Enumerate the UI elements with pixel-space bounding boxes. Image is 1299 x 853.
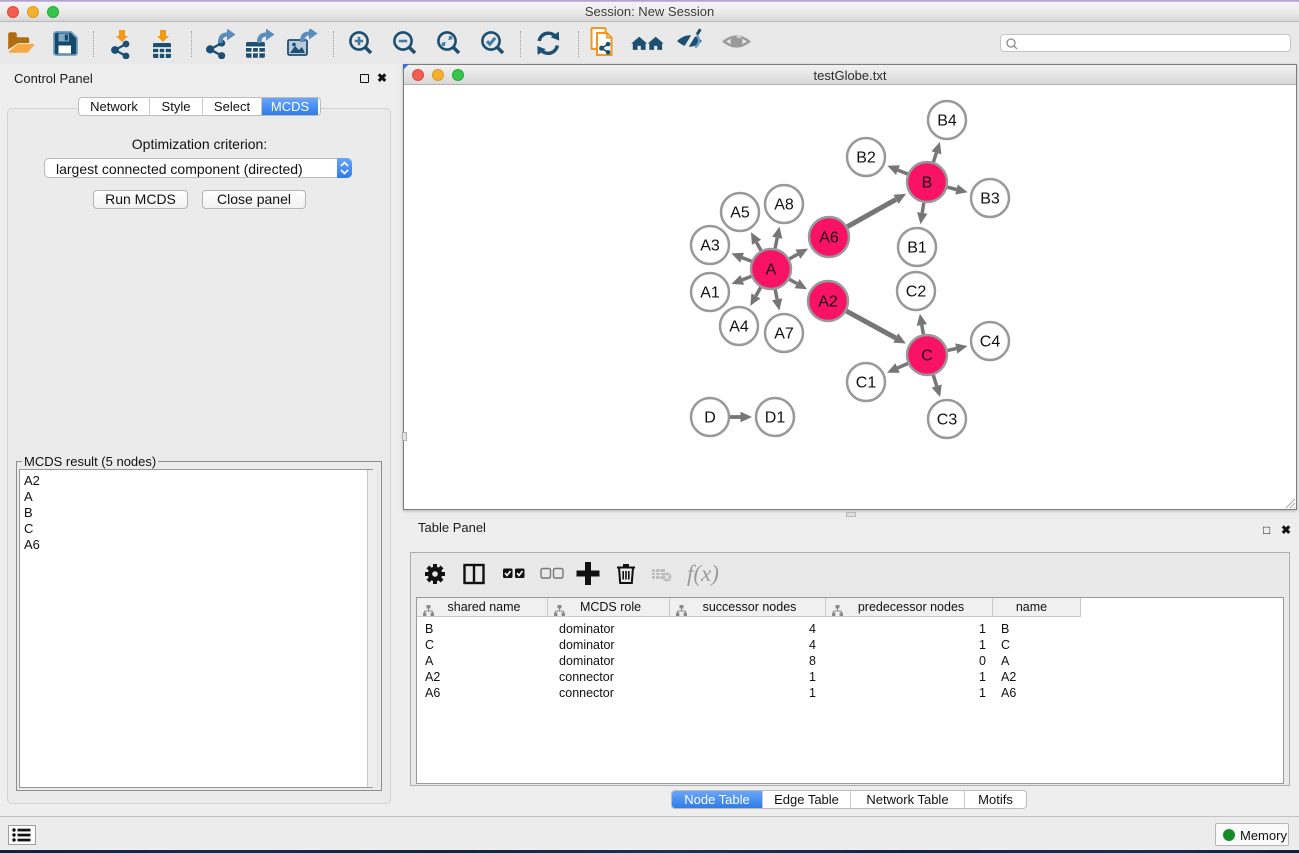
svg-text:B4: B4 <box>937 113 957 130</box>
svg-text:C4: C4 <box>980 334 1001 351</box>
svg-text:C3: C3 <box>937 412 958 429</box>
svg-text:D: D <box>704 410 716 427</box>
svg-text:C: C <box>921 348 933 365</box>
svg-text:B1: B1 <box>907 240 927 257</box>
svg-text:B3: B3 <box>980 191 1000 208</box>
svg-text:B2: B2 <box>856 150 876 167</box>
svg-text:A4: A4 <box>729 319 749 336</box>
svg-text:A2: A2 <box>818 294 838 311</box>
svg-text:A8: A8 <box>774 197 794 214</box>
svg-text:A7: A7 <box>774 326 794 343</box>
svg-text:D1: D1 <box>765 410 786 427</box>
svg-text:A3: A3 <box>700 238 720 255</box>
svg-text:A5: A5 <box>730 205 750 222</box>
svg-text:A1: A1 <box>700 285 720 302</box>
svg-text:A6: A6 <box>819 230 839 247</box>
svg-text:B: B <box>922 175 933 192</box>
svg-text:C2: C2 <box>906 284 927 301</box>
svg-text:C1: C1 <box>856 375 877 392</box>
svg-text:f(x): f(x) <box>687 561 719 586</box>
svg-text:A: A <box>766 262 777 279</box>
